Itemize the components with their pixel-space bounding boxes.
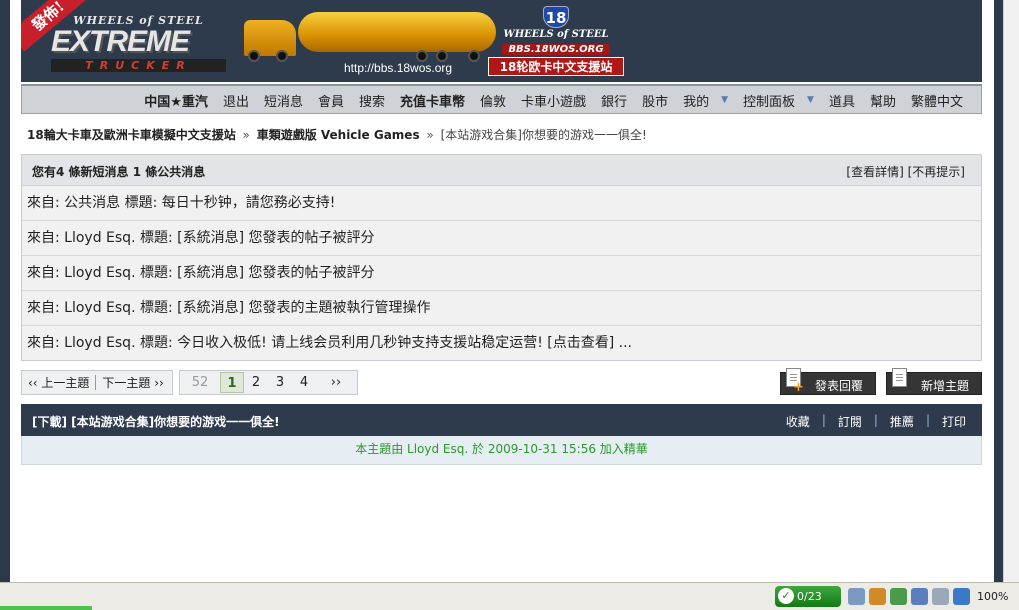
- right-frame: [994, 0, 1003, 582]
- view-details-link[interactable]: [查看詳情]: [846, 165, 903, 179]
- zoom-level[interactable]: 100%: [977, 590, 1008, 603]
- nav-help[interactable]: 幫助: [870, 91, 896, 110]
- recommend-link[interactable]: 推薦: [890, 413, 914, 430]
- speaker-icon[interactable]: [932, 588, 949, 605]
- nav-search[interactable]: 搜索: [359, 91, 385, 110]
- thread-header: [下載] [本站游戏合集]你想要的游戏一一俱全! 收藏 | 訂閱 | 推薦 | …: [21, 404, 982, 436]
- nav-logout[interactable]: 退出: [223, 91, 249, 110]
- nav-items[interactable]: 道具: [829, 91, 855, 110]
- status-progress-text: 0/23: [797, 590, 822, 603]
- breadcrumb-forum[interactable]: 車類遊戲版 Vehicle Games: [257, 128, 420, 142]
- site-url: http://bbs.18wos.org: [344, 61, 453, 75]
- nav-language[interactable]: 繁體中文: [911, 91, 963, 110]
- left-frame: [0, 0, 10, 582]
- message-row[interactable]: 來自: Lloyd Esq. 標題: [系統消息] 您發表的帖子被評分: [22, 256, 981, 291]
- message-row[interactable]: 來自: 公共消息 標題: 每日十秒钟，請您務必支持!: [22, 186, 981, 221]
- nav-recharge[interactable]: 充值卡車幣: [400, 91, 465, 110]
- thread-digest-note: 本主題由 Lloyd Esq. 於 2009-10-31 15:56 加入精華: [21, 436, 982, 465]
- message-notice-box: 您有4 條新短消息 1 條公共消息 [查看詳情] [不再提示] 來自: 公共消息…: [21, 154, 982, 361]
- prev-topic-link[interactable]: ‹‹ 上一主題: [22, 374, 95, 391]
- page-current: 1: [220, 372, 244, 393]
- badge-wos-text: WHEELS of STEEL: [503, 29, 609, 40]
- logo-sub-text: TRUCKER: [51, 59, 226, 72]
- reply-button-label: 發表回覆: [815, 379, 864, 393]
- nav-messages[interactable]: 短消息: [264, 91, 303, 110]
- print-link[interactable]: 打印: [942, 413, 966, 430]
- reply-button[interactable]: + 發表回覆: [780, 368, 876, 395]
- nav-minigames[interactable]: 卡車小遊戲: [521, 91, 586, 110]
- subscribe-link[interactable]: 訂閱: [838, 413, 862, 430]
- breadcrumb-sep: »: [242, 128, 250, 142]
- next-topic-link[interactable]: 下一主題 ››: [96, 374, 169, 391]
- nav-mine[interactable]: 我的: [683, 91, 709, 110]
- feed-icon[interactable]: [869, 588, 886, 605]
- chevron-down-icon[interactable]: ▼: [807, 95, 814, 105]
- nav-stocks[interactable]: 股市: [642, 91, 668, 110]
- plus-icon: +: [793, 380, 804, 395]
- document-icon: [892, 368, 907, 387]
- network-icon[interactable]: [911, 588, 928, 605]
- page-count: 52: [191, 375, 209, 390]
- breadcrumb-current: [本站游戏合集]你想要的游戏一一俱全!: [440, 128, 647, 142]
- zoom-icon[interactable]: [953, 588, 970, 605]
- message-row[interactable]: 來自: Lloyd Esq. 標題: [系統消息] 您發表的主題被執行管理操作: [22, 291, 981, 326]
- message-notice-header: 您有4 條新短消息 1 條公共消息 [查看詳情] [不再提示]: [22, 155, 981, 186]
- nav-user[interactable]: 中国★重汽: [144, 91, 208, 110]
- message-row[interactable]: 來自: Lloyd Esq. 標題: [系統消息] 您發表的帖子被評分: [22, 221, 981, 256]
- security-icon[interactable]: [848, 588, 865, 605]
- page-link[interactable]: 4: [292, 375, 316, 390]
- taskbar-strip: [0, 606, 92, 610]
- new-topic-button-label: 新增主題: [921, 379, 970, 393]
- nav-bank[interactable]: 銀行: [601, 91, 627, 110]
- nav-london[interactable]: 倫敦: [480, 91, 506, 110]
- page-link[interactable]: 3: [268, 375, 292, 390]
- breadcrumb-sep: »: [426, 128, 434, 142]
- new-topic-button[interactable]: 新增主題: [886, 368, 982, 395]
- message-row[interactable]: 來自: Lloyd Esq. 標題: 今日收入极低! 请上线会员利用几秒钟支持支…: [22, 326, 981, 361]
- page-icon[interactable]: [890, 588, 907, 605]
- thread-actions: 收藏 | 訂閱 | 推薦 | 打印: [785, 413, 966, 430]
- dismiss-link[interactable]: [不再提示]: [908, 165, 965, 179]
- status-progress[interactable]: ✓ 0/23: [775, 586, 841, 607]
- main-nav: 中国★重汽 退出 短消息 會員 搜索 充值卡車幣 倫敦 卡車小遊戲 銀行 股市 …: [21, 84, 982, 114]
- check-icon: ✓: [778, 588, 794, 604]
- favorite-link[interactable]: 收藏: [786, 413, 810, 430]
- next-page-link[interactable]: ››: [316, 375, 356, 390]
- game-logo: WHEELS of STEEL EXTREME TRUCKER: [51, 14, 226, 72]
- logo-main-text: EXTREME: [51, 25, 190, 58]
- badge-cn-text: 18轮欧卡中文支援站: [488, 57, 624, 76]
- browser-status-bar: ✓ 0/23 100%: [0, 582, 1019, 610]
- pagination: 52 1 2 3 4 ››: [179, 370, 358, 395]
- page-link[interactable]: 2: [244, 375, 268, 390]
- badge-number: 18: [543, 6, 569, 28]
- truck-illustration: [236, 8, 498, 64]
- message-notice-title: 您有4 條新短消息 1 條公共消息: [32, 165, 206, 179]
- site-banner: 發佈! WHEELS of STEEL EXTREME TRUCKER http…: [21, 0, 982, 82]
- chevron-down-icon[interactable]: ▼: [721, 95, 728, 105]
- site-badge: 18 WHEELS of STEEL BBS.18WOS.ORG 18轮欧卡中文…: [486, 6, 626, 76]
- topic-prev-next: ‹‹ 上一主題 下一主題 ››: [21, 370, 173, 395]
- vertical-scrollbar[interactable]: [1003, 0, 1019, 582]
- breadcrumb: 18輪大卡車及歐洲卡車模擬中文支援站 » 車類遊戲版 Vehicle Games…: [27, 126, 647, 143]
- nav-members[interactable]: 會員: [318, 91, 344, 110]
- breadcrumb-site[interactable]: 18輪大卡車及歐洲卡車模擬中文支援站: [27, 128, 236, 142]
- badge-url-text: BBS.18WOS.ORG: [502, 44, 610, 55]
- nav-control-panel[interactable]: 控制面板: [743, 91, 795, 110]
- thread-title: [下載] [本站游戏合集]你想要的游戏一一俱全!: [32, 415, 280, 429]
